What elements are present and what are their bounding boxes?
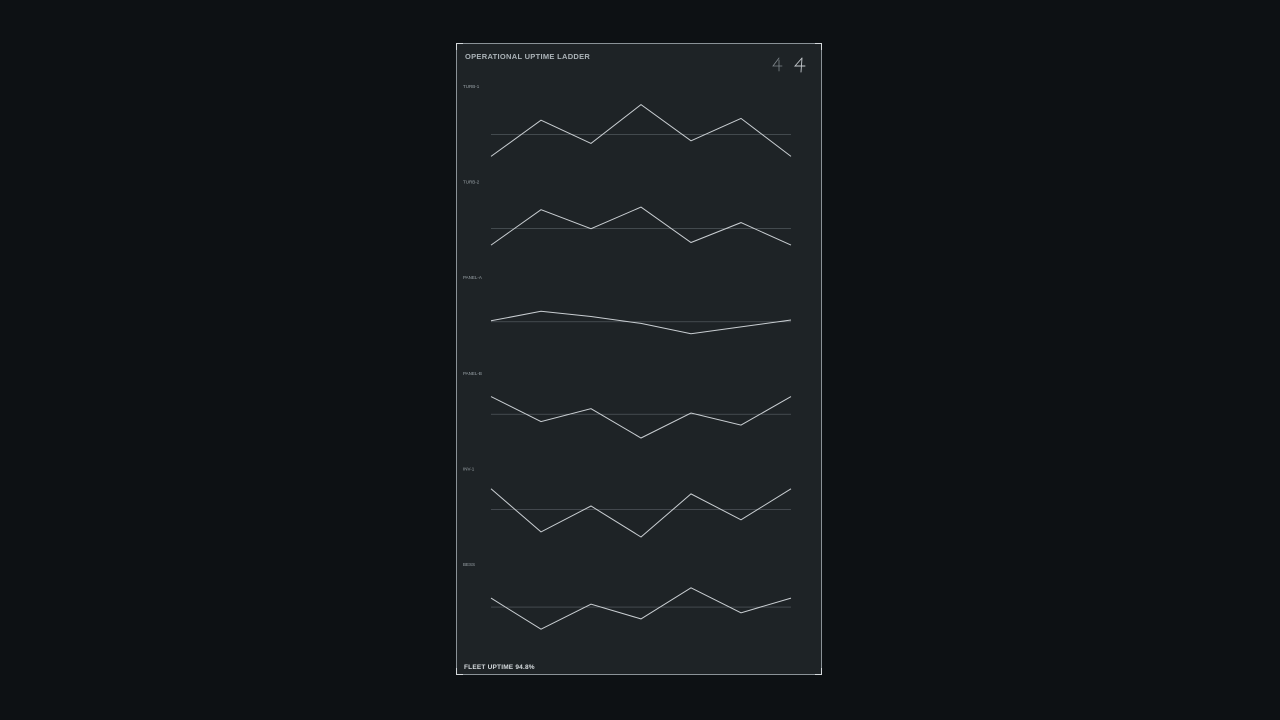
series-line <box>490 206 792 246</box>
series-row: PANEL-A <box>463 275 792 335</box>
series-line <box>490 310 792 335</box>
series-line <box>490 103 792 157</box>
series-label: PANEL-B <box>463 371 482 376</box>
uptime-ladder-chart: TURB-1 TURB-2 PANEL-A PANEL-B INV-1 BESS <box>463 84 792 630</box>
series-label: BESS <box>463 562 475 567</box>
series-row: TURB-2 <box>463 180 792 246</box>
series-row: TURB-1 <box>463 84 792 157</box>
series-row: INV-1 <box>463 466 792 538</box>
series-label: TURB-1 <box>463 84 480 89</box>
series-line <box>490 396 792 439</box>
chart-panel: OPERATIONAL UPTIME LADDER TURB-1 TURB-2 PA… <box>456 43 822 675</box>
series-label: PANEL-A <box>463 275 482 280</box>
series-row: PANEL-B <box>463 371 792 439</box>
series-label: INV-1 <box>463 466 475 471</box>
fleet-uptime-summary: FLEET UPTIME 94.8% <box>464 664 535 671</box>
series-label: TURB-2 <box>463 180 480 185</box>
series-row: BESS <box>463 562 792 630</box>
series-line <box>490 587 792 630</box>
series-line <box>490 488 792 538</box>
